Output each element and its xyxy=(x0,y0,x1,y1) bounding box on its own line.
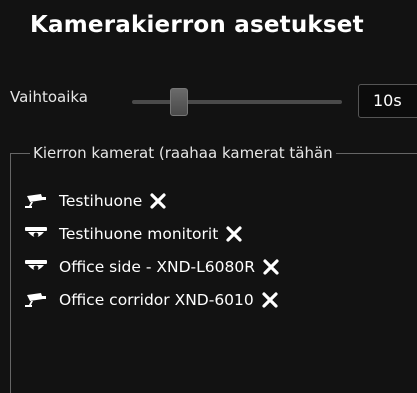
camera-name: Office corridor XND-6010 xyxy=(59,290,254,309)
dome-camera-icon xyxy=(24,258,48,276)
page-title: Kamerakierron asetukset xyxy=(30,12,364,38)
interval-slider[interactable] xyxy=(132,88,342,116)
list-item[interactable]: Office side - XND-L6080R xyxy=(24,250,280,283)
camera-name: Testihuone xyxy=(59,191,143,210)
list-item[interactable]: Office corridor XND-6010 xyxy=(24,283,280,316)
slider-thumb[interactable] xyxy=(170,88,188,116)
close-icon[interactable] xyxy=(261,291,279,309)
dome-camera-icon xyxy=(24,225,48,243)
interval-value-field[interactable]: 10s xyxy=(358,84,417,118)
interval-label: Vaihtoaika xyxy=(10,88,88,106)
close-icon[interactable] xyxy=(225,225,243,243)
bullet-camera-icon xyxy=(24,291,48,309)
rotation-cameras-legend: Kierron kamerat (raahaa kamerat tähän xyxy=(30,144,336,162)
bullet-camera-icon xyxy=(24,192,48,210)
interval-row: Vaihtoaika 10s xyxy=(0,84,417,120)
close-icon[interactable] xyxy=(262,258,280,276)
list-item[interactable]: Testihuone xyxy=(24,184,280,217)
camera-list: Testihuone Testihuone monitorit Office s… xyxy=(24,184,280,316)
camera-name: Office side - XND-L6080R xyxy=(59,257,255,276)
list-item[interactable]: Testihuone monitorit xyxy=(24,217,280,250)
slider-track[interactable] xyxy=(132,100,342,104)
camera-rotation-settings-panel: Kamerakierron asetukset Vaihtoaika 10s K… xyxy=(0,0,417,393)
close-icon[interactable] xyxy=(149,192,167,210)
camera-name: Testihuone monitorit xyxy=(59,224,219,243)
